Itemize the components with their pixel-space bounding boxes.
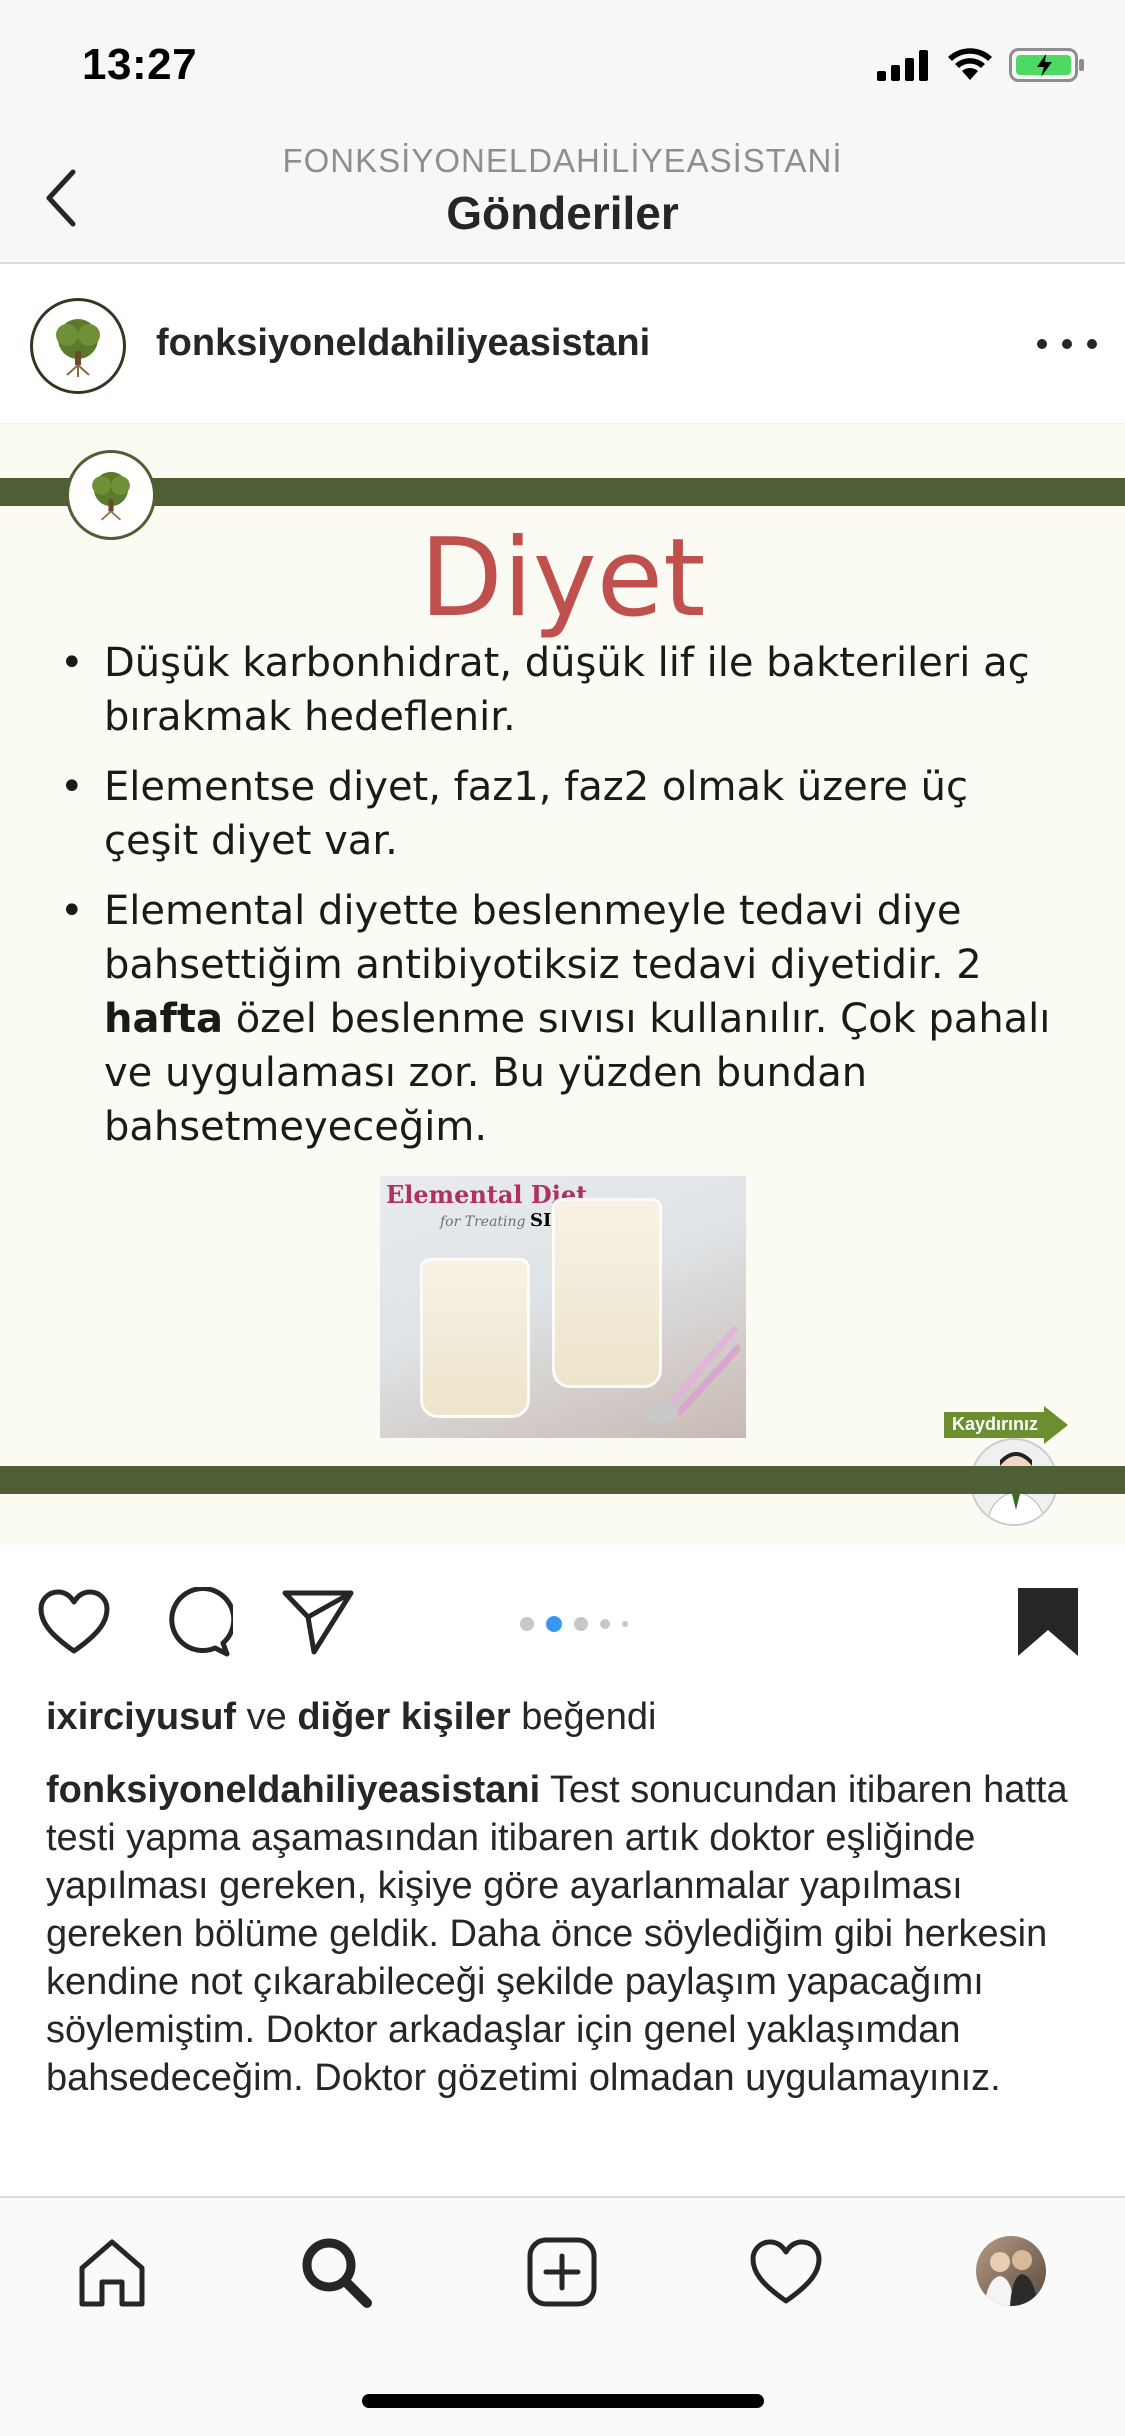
status-bar: 13:27 <box>0 0 1125 132</box>
caption-username[interactable]: fonksiyoneldahiliyeasistani <box>46 1769 540 1811</box>
comment-icon <box>169 1587 233 1657</box>
carousel-dot <box>574 1617 588 1631</box>
more-options-button[interactable] <box>1037 322 1097 366</box>
comment-button[interactable] <box>160 1584 236 1660</box>
slide-bottom-bar <box>0 1466 1125 1494</box>
like-button[interactable] <box>36 1584 112 1660</box>
search-icon <box>302 2238 372 2308</box>
slide-bullet: Elemental diyette beslenmeyle tedavi diy… <box>60 884 1070 1154</box>
carousel-dot <box>520 1617 534 1631</box>
carousel-dot <box>600 1619 610 1629</box>
glass-left <box>420 1258 530 1418</box>
slide-top-bar <box>0 478 1125 506</box>
heart-icon <box>38 1589 110 1654</box>
post-actions <box>0 1544 1125 1694</box>
battery-icon <box>1009 48 1084 82</box>
save-button[interactable] <box>1010 1584 1086 1660</box>
plus-square-icon <box>527 2237 597 2307</box>
share-button[interactable] <box>280 1584 356 1660</box>
bookmark-icon <box>1018 1588 1078 1656</box>
home-icon <box>79 2239 145 2307</box>
elemental-diet-photo: Elemental Diet for Treating SIBO <box>380 1176 746 1438</box>
carousel-indicator <box>520 1616 628 1632</box>
other-likers-link[interactable]: diğer kişiler <box>297 1696 510 1738</box>
carousel-dot-active <box>546 1616 562 1632</box>
slide-bullets: Düşük karbonhidrat, düşük lif ile bakter… <box>60 636 1070 1170</box>
tab-profile-avatar[interactable] <box>976 2236 1046 2306</box>
slide-title: Diyet <box>419 516 706 641</box>
tab-activity[interactable] <box>746 2232 826 2312</box>
post-caption: fonksiyoneldahiliyeasistani Test sonucun… <box>46 1766 1086 2102</box>
tab-new-post[interactable] <box>522 2232 602 2312</box>
status-time: 13:27 <box>82 40 198 89</box>
liker-username[interactable]: ixirciyusuf <box>46 1696 236 1738</box>
likes-line: ixirciyusuf ve diğer kişiler beğendi <box>46 1696 657 1738</box>
nav-subtitle: FONKSİYONELDAHİLİYEASİSTANİ <box>282 142 843 179</box>
status-icons <box>877 48 1085 82</box>
post-header: fonksiyoneldahiliyeasistani <box>0 266 1125 424</box>
wifi-icon <box>948 48 992 80</box>
swipe-label: Kaydırınız <box>952 1414 1039 1434</box>
nav-header: FONKSİYONELDAHİLİYEASİSTANİ Gönderiler <box>0 132 1125 264</box>
signal-icon <box>877 50 928 81</box>
send-icon <box>282 1590 354 1655</box>
post-avatar[interactable] <box>30 298 126 394</box>
profile-avatar-icon <box>984 2250 1038 2306</box>
tree-logo-icon <box>56 319 100 377</box>
tab-search[interactable] <box>296 2232 376 2312</box>
slide-bullet: Düşük karbonhidrat, düşük lif ile bakter… <box>60 636 1070 744</box>
spoon-icon <box>642 1326 740 1423</box>
home-indicator <box>362 2394 764 2408</box>
caption-text: Test sonucundan itibaren hatta testi yap… <box>46 1769 1068 2099</box>
tab-home[interactable] <box>72 2232 152 2312</box>
post-image[interactable]: Diyet Düşük karbonhidrat, düşük lif ile … <box>0 424 1125 1544</box>
post-username[interactable]: fonksiyoneldahiliyeasistani <box>156 322 650 365</box>
carousel-dot <box>622 1621 628 1627</box>
slide-bullet: Elementse diyet, faz1, faz2 olmak üzere … <box>60 760 1070 868</box>
heart-icon <box>750 2239 822 2304</box>
more-horizontal-icon <box>1037 339 1047 349</box>
nav-title: Gönderiler <box>446 187 679 239</box>
